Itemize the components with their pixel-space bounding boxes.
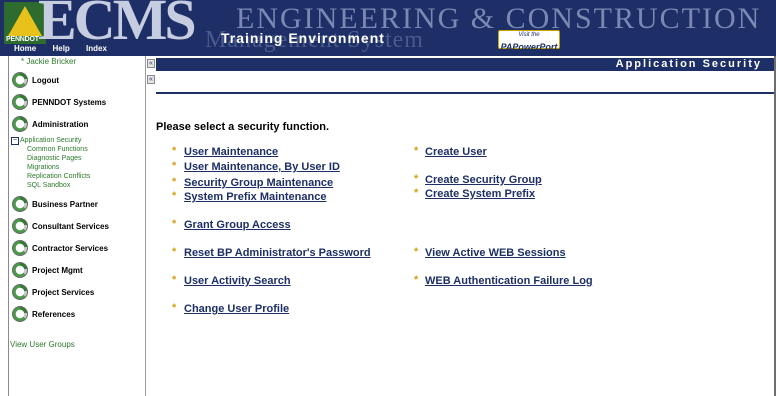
nav-help-link[interactable]: Help — [52, 44, 69, 53]
page-title: Application Security — [615, 58, 762, 70]
sidebar-item-label: Administration — [32, 119, 89, 129]
sublink-common-functions[interactable]: Common Functions — [11, 145, 146, 154]
administration-sublinks: − Application Security Common Functions … — [9, 136, 146, 190]
page-title-bar: Application Security — [156, 58, 776, 71]
sidebar-item-label: Logout — [32, 75, 60, 85]
link-web-auth-failure-log[interactable]: WEB Authentication Failure Log — [425, 275, 593, 288]
ring-icon — [12, 284, 28, 300]
ring-icon — [12, 218, 28, 234]
bullet-icon: * — [172, 218, 177, 230]
ecms-wordmark: ECMS — [38, 0, 197, 52]
bullet-icon: * — [414, 187, 419, 199]
sublink-diagnostic-pages[interactable]: Diagnostic Pages — [11, 154, 146, 163]
link-user-maintenance-by-id[interactable]: User Maintenance, By User ID — [184, 161, 340, 174]
bullet-icon: * — [172, 145, 177, 157]
nav-index-link[interactable]: Index — [86, 44, 107, 53]
sidebar-item-references[interactable]: References — [12, 304, 146, 324]
sidebar-item-project-services[interactable]: Project Services — [12, 282, 146, 302]
title-divider — [156, 92, 776, 94]
sidebar-item-label: PENNDOT Systems — [32, 97, 107, 107]
link-create-system-prefix[interactable]: Create System Prefix — [425, 188, 535, 201]
link-user-maintenance[interactable]: User Maintenance — [184, 146, 278, 159]
link-user-activity-search[interactable]: User Activity Search — [184, 275, 291, 288]
sidebar: * Jackie Bricker Logout PENNDOT Systems … — [8, 56, 146, 396]
collapse-icon[interactable]: − — [11, 136, 19, 145]
bullet-icon: * — [172, 176, 177, 188]
view-user-groups-link[interactable]: View User Groups — [9, 340, 146, 349]
top-nav: Home Help Index — [14, 44, 121, 53]
bullet-icon: * — [172, 302, 177, 314]
sublink-replication-conflicts[interactable]: Replication Conflicts — [11, 172, 146, 181]
app-header: PENNDOT ECMS ENGINEERING & CONSTRUCTION … — [0, 0, 776, 56]
ring-icon — [12, 116, 28, 132]
sidebar-divider — [145, 56, 146, 396]
ring-icon — [12, 196, 28, 212]
sidebar-item-administration[interactable]: Administration — [12, 114, 146, 134]
sidebar-item-business-partner[interactable]: Business Partner — [12, 194, 146, 214]
sidebar-item-contractor-services[interactable]: Contractor Services — [12, 238, 146, 258]
bullet-icon: * — [172, 274, 177, 286]
link-change-user-profile[interactable]: Change User Profile — [184, 303, 289, 316]
sublink-migrations[interactable]: Migrations — [11, 163, 146, 172]
sidebar-item-logout[interactable]: Logout — [12, 70, 146, 90]
sublink-application-security[interactable]: − Application Security — [11, 136, 146, 145]
environment-label: Training Environment — [221, 30, 385, 46]
link-reset-bp-admin-password[interactable]: Reset BP Administrator's Password — [184, 247, 371, 260]
sidebar-item-label: Project Mgmt — [32, 265, 83, 275]
link-system-prefix-maintenance[interactable]: System Prefix Maintenance — [184, 191, 326, 204]
pa-powerport-link[interactable]: Visit the PAPowerPort — [498, 30, 560, 52]
collapse-sidebar-toggle-icon[interactable]: « — [147, 75, 155, 84]
bullet-icon: * — [172, 160, 177, 172]
bullet-icon: * — [172, 190, 177, 202]
ring-icon — [12, 94, 28, 110]
sidebar-item-label: Business Partner — [32, 199, 98, 209]
ring-icon — [12, 72, 28, 88]
instruction-prompt: Please select a security function. — [156, 121, 330, 133]
bullet-icon: * — [172, 246, 177, 258]
sidebar-item-label: Contractor Services — [32, 243, 109, 253]
collapse-top-toggle-icon[interactable]: « — [147, 59, 155, 68]
bullet-icon: * — [414, 246, 419, 258]
nav-home-link[interactable]: Home — [14, 44, 36, 53]
ring-icon — [12, 262, 28, 278]
bullet-icon: * — [414, 173, 419, 185]
sidebar-item-label: References — [32, 309, 76, 319]
sidebar-item-label: Project Services — [32, 287, 95, 297]
logo-text: PENNDOT — [6, 36, 39, 43]
sidebar-item-penndot-systems[interactable]: PENNDOT Systems — [12, 92, 146, 112]
ring-icon — [12, 240, 28, 256]
sublink-sql-sandbox[interactable]: SQL Sandbox — [11, 181, 146, 190]
keystone-icon — [8, 6, 42, 36]
link-create-security-group[interactable]: Create Security Group — [425, 174, 542, 187]
sidebar-item-consultant-services[interactable]: Consultant Services — [12, 216, 146, 236]
sidebar-item-label: Consultant Services — [32, 221, 109, 231]
link-create-user[interactable]: Create User — [425, 146, 487, 159]
link-grant-group-access[interactable]: Grant Group Access — [184, 219, 291, 232]
sidebar-item-project-mgmt[interactable]: Project Mgmt — [12, 260, 146, 280]
sublink-label: Application Security — [20, 137, 82, 144]
current-user-name: * Jackie Bricker — [21, 57, 77, 66]
link-view-active-web-sessions[interactable]: View Active WEB Sessions — [425, 247, 566, 260]
bullet-icon: * — [414, 274, 419, 286]
link-security-group-maintenance[interactable]: Security Group Maintenance — [184, 177, 333, 190]
ring-icon — [12, 306, 28, 322]
bullet-icon: * — [414, 145, 419, 157]
pa-power-brand: PAPowerPort — [500, 42, 558, 52]
pa-power-visit: Visit the — [518, 32, 540, 38]
